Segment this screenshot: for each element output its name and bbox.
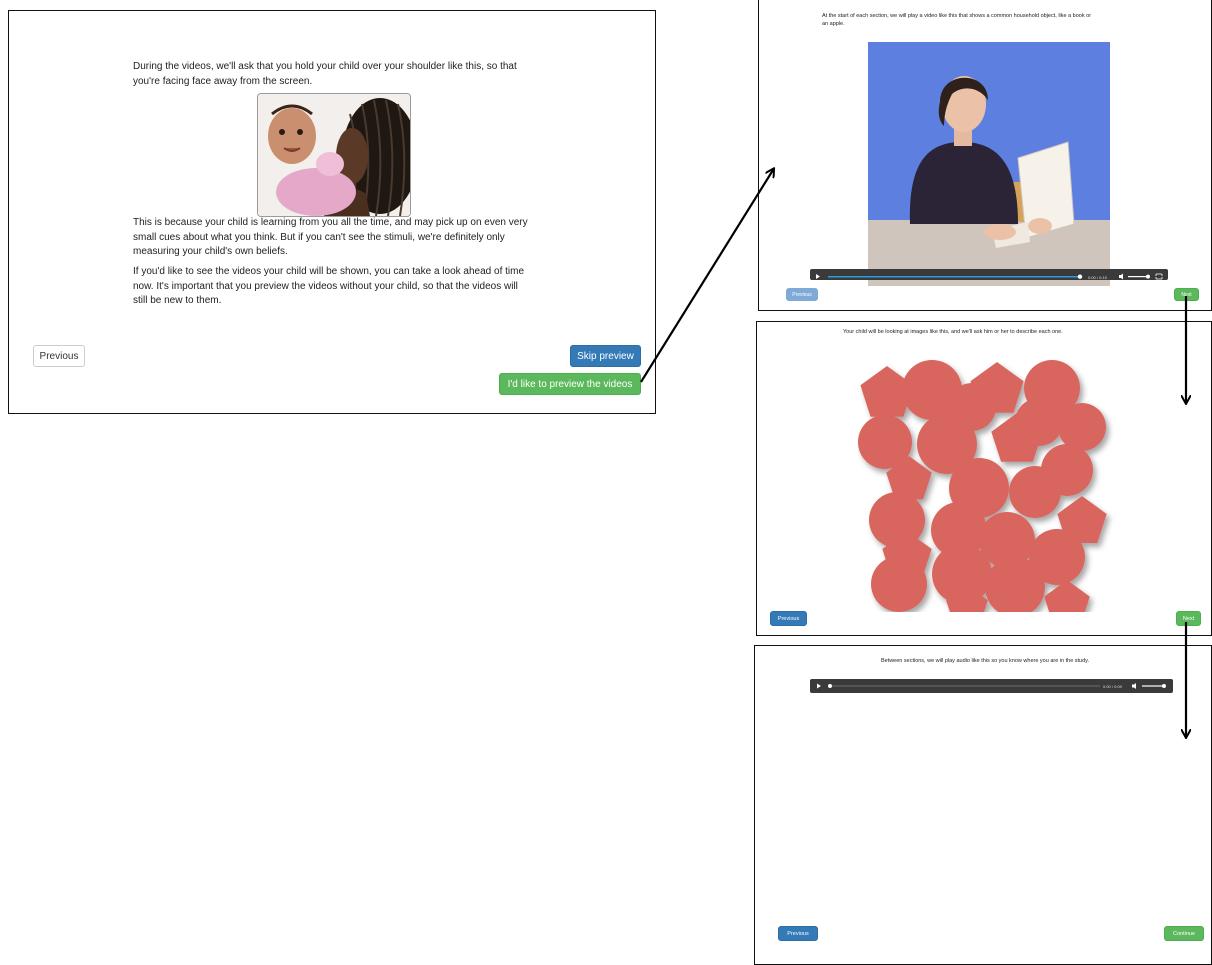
- pentagon-shape: [1044, 580, 1090, 612]
- audio-intro-text: Between sections, we will play audio lik…: [880, 658, 1090, 664]
- circle-shape: [1058, 403, 1106, 451]
- audio-continue-button[interactable]: Continue: [1164, 926, 1204, 941]
- instructions-panel: During the videos, we'll ask that you ho…: [8, 10, 656, 414]
- mother-holding-child-image: [257, 93, 411, 217]
- video-player[interactable]: [868, 42, 1110, 286]
- audio-previous-button[interactable]: Previous: [778, 926, 818, 941]
- skip-preview-button[interactable]: Skip preview: [570, 345, 641, 367]
- preview-videos-button[interactable]: I'd like to preview the videos: [499, 373, 641, 395]
- volume-icon: [1119, 273, 1123, 280]
- audio-time: 0:00 / 0:09: [1103, 684, 1123, 689]
- pentagon-shape: [860, 366, 914, 417]
- circle-shape: [1009, 466, 1061, 518]
- circle-shape: [1015, 398, 1063, 446]
- intro-text: During the videos, we'll ask that you ho…: [133, 61, 517, 87]
- circle-shape: [871, 556, 927, 612]
- shape-cluster-image: [858, 360, 1107, 612]
- video-next-button[interactable]: Next: [1174, 288, 1199, 301]
- images-previous-button[interactable]: Previous: [770, 611, 807, 626]
- mother-child-illustration: [258, 94, 410, 216]
- images-intro-text: Your child will be looking at images lik…: [843, 329, 1063, 335]
- video-previous-button[interactable]: Previous: [786, 288, 818, 301]
- arrow-to-video-panel: [640, 170, 773, 383]
- audio-play-icon: [817, 683, 821, 689]
- explanation-paragraph: This is because your child is learning f…: [133, 217, 528, 257]
- circle-shape: [948, 383, 996, 431]
- audio-volume-icon: [1132, 683, 1136, 689]
- play-icon: [816, 274, 820, 279]
- video-preview-panel: At the start of each section, we will pl…: [758, 0, 1212, 311]
- preview-paragraph: If you'd like to see the videos your chi…: [133, 266, 525, 306]
- video-intro-text: At the start of each section, we will pl…: [822, 13, 1092, 27]
- images-preview-panel: Your child will be looking at images lik…: [756, 321, 1212, 636]
- images-next-button[interactable]: Next: [1176, 611, 1201, 626]
- audio-player[interactable]: 0:00 / 0:09: [810, 679, 1173, 693]
- fullscreen-icon: [1155, 273, 1163, 280]
- video-controls[interactable]: 0:00 / 0:15: [810, 269, 1168, 280]
- audio-preview-panel: Between sections, we will play audio lik…: [754, 645, 1212, 965]
- video-time: 0:00 / 0:15: [1088, 275, 1108, 280]
- woman-reading-book-video-frame: [868, 42, 1110, 286]
- previous-button[interactable]: Previous: [33, 345, 85, 367]
